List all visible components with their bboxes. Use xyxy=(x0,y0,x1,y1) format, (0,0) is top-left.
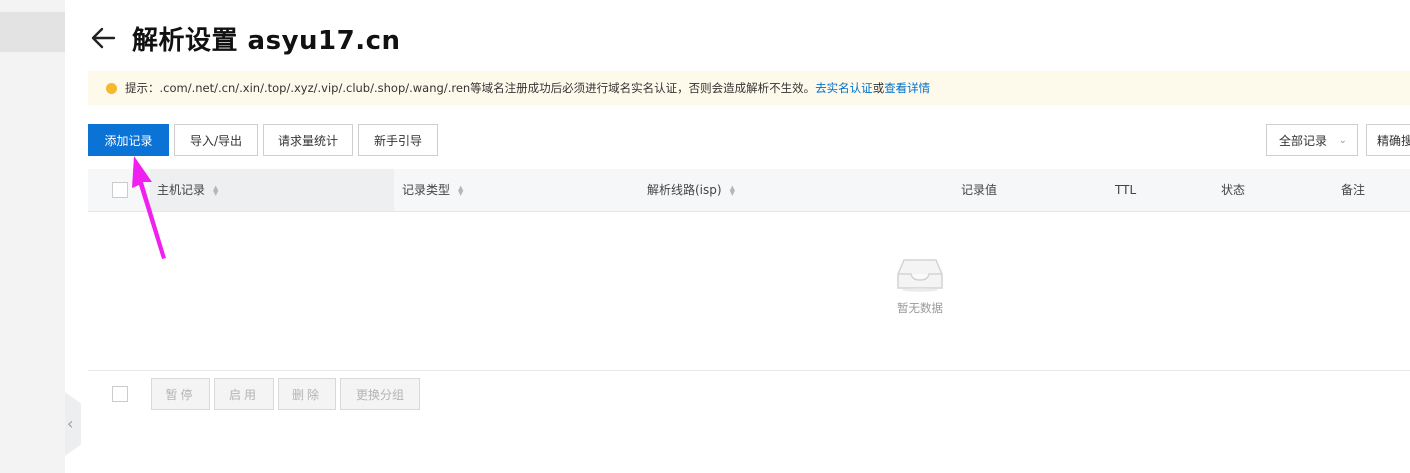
batch-actions: 暂停 启用 删除 更换分组 xyxy=(151,378,420,410)
real-name-verify-link[interactable]: 去实名认证 xyxy=(815,80,873,96)
view-details-link[interactable]: 查看详情 xyxy=(884,80,930,96)
page-header: 解析设置 asyu17.cn xyxy=(88,18,401,58)
arrow-left-icon xyxy=(91,27,116,49)
import-export-button[interactable]: 导入/导出 xyxy=(174,124,258,156)
change-group-button[interactable]: 更换分组 xyxy=(340,378,420,410)
chevron-down-icon: ⌄ xyxy=(1338,134,1347,146)
back-button[interactable] xyxy=(88,23,118,53)
column-header-value: 记录值 xyxy=(961,183,998,197)
record-filter-value: 全部记录 xyxy=(1279,133,1328,148)
right-tools: 全部记录 ⌄ 精确搜 xyxy=(1266,124,1410,156)
column-header-line[interactable]: 解析线路(isp) ▲ ▼ xyxy=(647,169,735,211)
notice-banner: 提示：.com/.net/.cn/.xin/.top/.xyz/.vip/.cl… xyxy=(88,71,1410,105)
empty-inbox-icon xyxy=(897,259,943,292)
add-record-button[interactable]: 添加记录 xyxy=(88,124,169,156)
sort-icon[interactable]: ▲ ▼ xyxy=(213,184,218,196)
table-footer-divider xyxy=(88,370,1410,371)
left-sidebar xyxy=(0,0,65,473)
record-filter-select[interactable]: 全部记录 ⌄ xyxy=(1266,124,1358,156)
column-header-status: 状态 xyxy=(1221,183,1246,197)
chevron-left-icon: ‹ xyxy=(67,414,74,433)
notice-text: 提示：.com/.net/.cn/.xin/.top/.xyz/.vip/.cl… xyxy=(125,81,816,95)
pause-button[interactable]: 暂停 xyxy=(151,378,210,410)
sidebar-collapse-toggle[interactable]: ‹ xyxy=(65,392,81,456)
request-stats-button[interactable]: 请求量统计 xyxy=(263,124,353,156)
warning-dot-icon xyxy=(106,82,117,94)
select-all-checkbox[interactable] xyxy=(112,182,128,198)
sidebar-active-item[interactable] xyxy=(0,12,65,52)
batch-select-checkbox[interactable] xyxy=(112,386,128,402)
empty-text: 暂无数据 xyxy=(897,301,943,315)
column-label-host: 主机记录 xyxy=(157,183,206,197)
empty-state: 暂无数据 xyxy=(880,254,960,316)
enable-button[interactable]: 启用 xyxy=(214,378,274,410)
table-header: 主机记录 ▲ ▼ 记录类型 ▲ ▼ 解析线路(isp) ▲ ▼ 记录值 TTL 状态 备注 xyxy=(88,169,1410,212)
precise-search-button[interactable]: 精确搜 xyxy=(1366,124,1410,156)
column-header-ttl: TTL xyxy=(1115,183,1137,197)
toolbar: 添加记录 导入/导出 请求量统计 新手引导 xyxy=(88,124,438,156)
delete-button[interactable]: 删除 xyxy=(278,378,336,410)
notice-separator: 或 xyxy=(872,81,885,95)
column-header-type[interactable]: 记录类型 ▲ ▼ xyxy=(402,169,463,211)
column-header-host[interactable]: 主机记录 ▲ ▼ xyxy=(157,169,218,211)
column-header-remark: 备注 xyxy=(1341,183,1366,197)
sort-icon[interactable]: ▲ ▼ xyxy=(730,184,735,196)
page-title: 解析设置 asyu17.cn xyxy=(132,25,401,56)
beginner-guide-button[interactable]: 新手引导 xyxy=(358,124,438,156)
column-label-line: 解析线路(isp) xyxy=(647,183,722,197)
column-label-type: 记录类型 xyxy=(402,183,451,197)
sort-icon[interactable]: ▲ ▼ xyxy=(458,184,463,196)
